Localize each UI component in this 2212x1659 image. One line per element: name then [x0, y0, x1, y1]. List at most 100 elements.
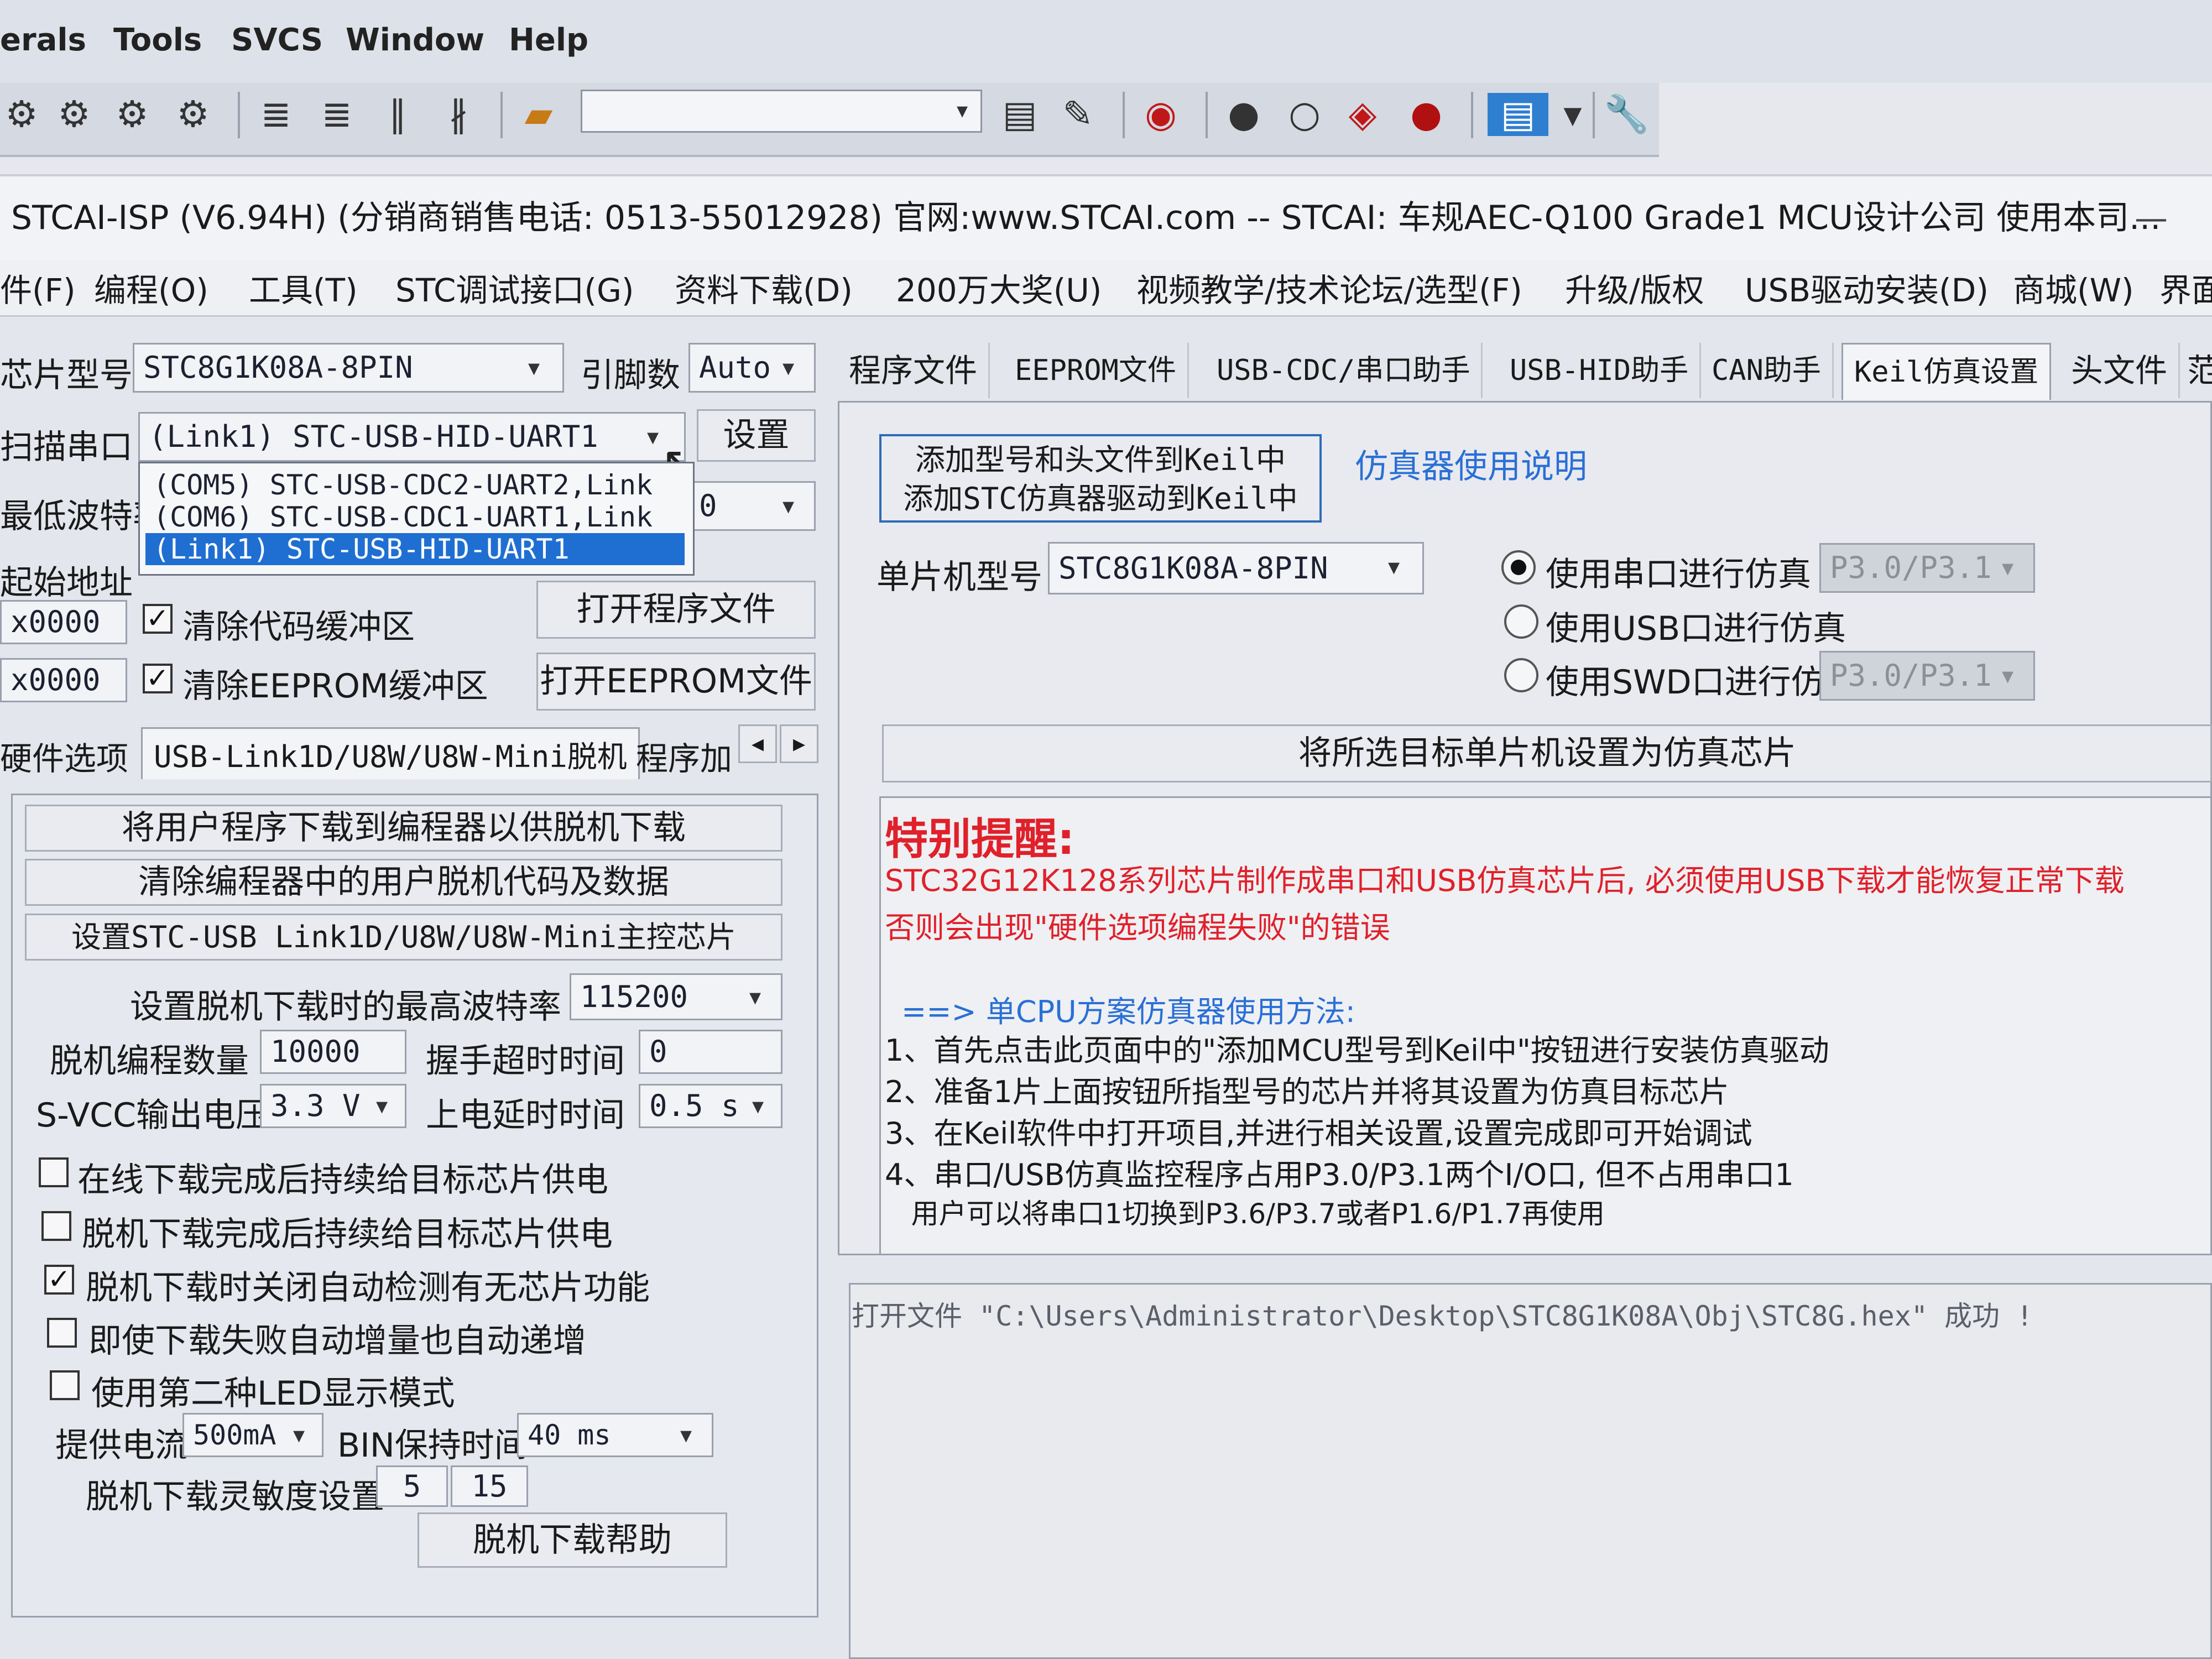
menu-shop[interactable]: 商城(W): [2013, 264, 2134, 311]
eeprom-start-address[interactable]: x0000: [0, 658, 127, 702]
online-power-checkbox[interactable]: [39, 1157, 69, 1187]
clear-eeprom-buffer-checkbox[interactable]: ✓: [143, 664, 173, 693]
comment-icon[interactable]: ∥: [376, 93, 419, 136]
keil-menu-svcs[interactable]: SVCS: [231, 22, 323, 58]
build-icon[interactable]: ⚙: [0, 93, 43, 136]
tab-program-encrypt[interactable]: 程序加: [636, 733, 730, 779]
menu-prize[interactable]: 200万大奖(U): [896, 264, 1102, 311]
tab-can[interactable]: CAN助手: [1700, 343, 1834, 398]
breakpoint-icon[interactable]: ●: [1222, 93, 1265, 136]
keil-menu-tools[interactable]: Tools: [113, 22, 202, 58]
chevron-down-icon[interactable]: ▾: [782, 492, 794, 519]
offline-help-button[interactable]: 脱机下载帮助: [418, 1512, 727, 1568]
port-settings-button[interactable]: 设置: [697, 409, 816, 462]
led-mode-checkbox[interactable]: [50, 1370, 80, 1400]
radio-serial-emulation[interactable]: [1501, 550, 1536, 585]
tab-scroll-right-icon[interactable]: ▸: [780, 724, 818, 763]
unindent-icon[interactable]: ≣: [315, 93, 358, 136]
stop-build-icon[interactable]: ⚙: [171, 93, 215, 136]
menu-upgrade[interactable]: 升级/版权: [1565, 264, 1704, 311]
disable-autodetect-checkbox[interactable]: ✓: [44, 1265, 74, 1295]
port-option-com6[interactable]: (COM6) STC-USB-CDC1-UART1,Link: [145, 501, 685, 533]
chevron-down-icon[interactable]: ▾: [2002, 554, 2013, 581]
port-option-link1[interactable]: (Link1) STC-USB-HID-UART1: [145, 533, 685, 565]
chevron-down-icon[interactable]: ▾: [293, 1421, 305, 1448]
open-program-file-button[interactable]: 打开程序文件: [536, 581, 816, 639]
set-master-chip-button[interactable]: 设置STC-USB Link1D/U8W/U8W-Mini主控芯片: [25, 914, 782, 961]
tab-hardware-options[interactable]: 硬件选项: [0, 733, 128, 779]
sensitivity-label: 脱机下载灵敏度设置: [86, 1478, 384, 1516]
menu-video-forum[interactable]: 视频教学/技术论坛/选型(F): [1136, 264, 1522, 311]
chevron-down-icon[interactable]: ▾: [2002, 662, 2013, 689]
chevron-down-icon[interactable]: ▾: [1388, 553, 1400, 580]
chevron-down-icon[interactable]: ▾: [528, 354, 540, 381]
tab-usb-link-offline[interactable]: USB-Link1D/U8W/U8W-Mini脱机: [141, 727, 640, 779]
menu-program[interactable]: 编程(O): [94, 264, 208, 311]
open-eeprom-file-button[interactable]: 打开EEPROM文件: [536, 653, 816, 711]
chevron-down-icon[interactable]: ▾: [376, 1092, 388, 1119]
method-title: ==> 单CPU方案仿真器使用方法:: [901, 994, 1355, 1029]
kill-breakpoints-icon[interactable]: ◈: [1341, 93, 1384, 136]
code-start-address[interactable]: x0000: [0, 600, 127, 644]
menu-tools[interactable]: 工具(T): [249, 264, 358, 311]
chip-model-select[interactable]: STC8G1K08A-8PIN: [133, 343, 564, 393]
program-count-input[interactable]: 10000: [260, 1030, 406, 1074]
minimize-button[interactable]: —: [2135, 199, 2168, 238]
indent-icon[interactable]: ≣: [254, 93, 298, 136]
mcu-model-select[interactable]: STC8G1K08A-8PIN: [1048, 542, 1424, 594]
tab-scroll-left-icon[interactable]: ◂: [738, 724, 777, 763]
rebuild-icon[interactable]: ⚙: [53, 93, 96, 136]
batch-build-icon[interactable]: ⚙: [111, 93, 154, 136]
scan-port-select[interactable]: (Link1) STC-USB-HID-UART1: [138, 412, 686, 462]
configure-wrench-icon[interactable]: 🔧: [1604, 93, 1649, 136]
min-baud-select[interactable]: 0: [688, 481, 816, 531]
tab-usb-cdc-serial[interactable]: USB-CDC/串口助手: [1206, 343, 1483, 398]
menu-interface[interactable]: 界面: [2159, 264, 2212, 311]
menu-file[interactable]: 件(F): [0, 264, 76, 311]
find-combo[interactable]: [581, 90, 982, 133]
tools-icon[interactable]: ✎: [1056, 93, 1099, 136]
radio-usb-emulation[interactable]: [1504, 604, 1538, 639]
disable-all-breakpoints-icon[interactable]: ●: [1405, 93, 1448, 136]
menu-download-docs[interactable]: 资料下载(D): [675, 264, 853, 311]
tab-examples[interactable]: 范: [2187, 343, 2212, 398]
sensitivity-input-2[interactable]: 15: [451, 1465, 528, 1507]
window-layout-icon[interactable]: ▤: [1488, 93, 1548, 136]
keil-menu-peripherals[interactable]: erals: [0, 22, 86, 58]
menu-debug-interface[interactable]: STC调试接口(G): [395, 264, 634, 311]
open-folder-icon[interactable]: ▰: [517, 93, 560, 136]
offline-power-checkbox[interactable]: [41, 1211, 71, 1241]
chevron-down-icon[interactable]: ▾: [752, 1092, 764, 1119]
download-to-programmer-button[interactable]: 将用户程序下载到编程器以供脱机下载: [25, 805, 782, 852]
chevron-down-icon[interactable]: ▾: [749, 983, 761, 1010]
clear-offline-data-button[interactable]: 清除编程器中的用户脱机代码及数据: [25, 859, 782, 906]
tab-keil-emulation[interactable]: Keil仿真设置: [1841, 343, 2052, 400]
debug-session-icon[interactable]: ◉: [1139, 93, 1182, 136]
sensitivity-input-1[interactable]: 5: [376, 1465, 448, 1507]
find-in-files-icon[interactable]: ▤: [998, 93, 1041, 136]
menu-usb-driver[interactable]: USB驱动安装(D): [1745, 264, 1989, 311]
disable-breakpoint-icon[interactable]: ○: [1283, 93, 1326, 136]
clear-code-buffer-checkbox[interactable]: ✓: [143, 604, 173, 634]
set-emulation-chip-button[interactable]: 将所选目标单片机设置为仿真芯片: [882, 724, 2212, 782]
chevron-down-icon[interactable]: ▾: [680, 1421, 692, 1448]
keil-menu-window[interactable]: Window: [346, 22, 484, 58]
handshake-timeout-input[interactable]: 0: [639, 1030, 782, 1074]
chevron-down-icon[interactable]: ▾: [647, 423, 659, 450]
pin-count-select[interactable]: Auto: [688, 343, 816, 393]
start-address-label: 起始地址: [0, 564, 133, 602]
keil-menu-help[interactable]: Help: [509, 22, 588, 58]
uncomment-icon[interactable]: ∦: [437, 93, 480, 136]
tab-program-file[interactable]: 程序文件: [838, 343, 990, 398]
radio-swd-emulation[interactable]: [1504, 658, 1538, 692]
add-keil-support-button[interactable]: 添加型号和头文件到Keil中 添加STC仿真器驱动到Keil中: [879, 434, 1322, 523]
port-option-com5[interactable]: (COM5) STC-USB-CDC2-UART2,Link: [145, 469, 685, 501]
emulator-help-link[interactable]: 仿真器使用说明: [1355, 440, 1587, 488]
tab-header-file[interactable]: 头文件: [2060, 343, 2180, 398]
chevron-down-icon[interactable]: ▾: [951, 94, 973, 127]
tab-eeprom-file[interactable]: EEPROM文件: [1004, 343, 1189, 398]
chevron-down-icon[interactable]: ▾: [1551, 93, 1594, 136]
auto-increment-checkbox[interactable]: [47, 1318, 77, 1348]
chevron-down-icon[interactable]: ▾: [782, 354, 794, 381]
tab-usb-hid[interactable]: USB-HID助手: [1499, 343, 1702, 398]
